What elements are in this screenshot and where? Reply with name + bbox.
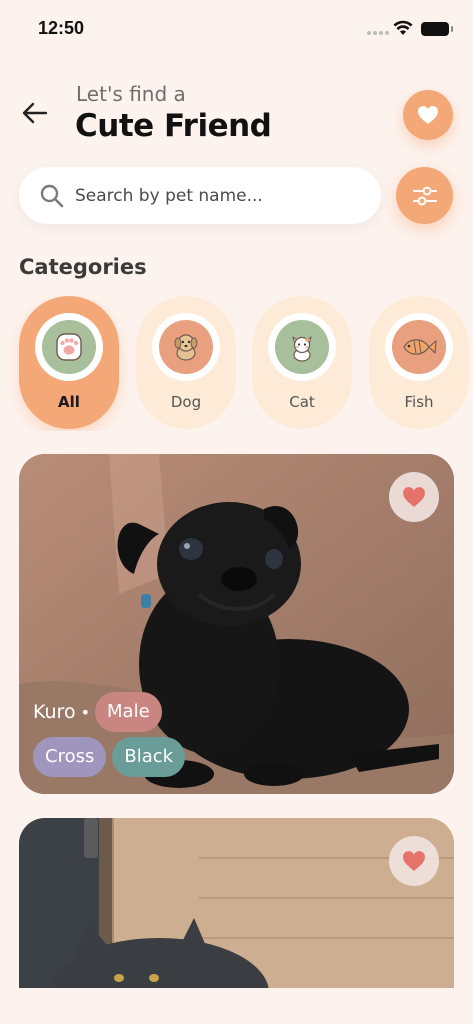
cat-icon: [275, 320, 329, 374]
search-box: [19, 167, 381, 224]
wifi-icon: [393, 20, 413, 40]
filter-button[interactable]: [396, 167, 453, 224]
category-label: Dog: [170, 393, 202, 411]
heart-icon: [403, 851, 425, 871]
breed-tag: Cross: [33, 737, 107, 777]
arrow-left-icon: [22, 102, 48, 124]
sliders-icon: [412, 186, 437, 205]
pet-info: Kuro • Male Cross Black: [33, 692, 186, 777]
search-icon: [40, 184, 64, 208]
pet-card[interactable]: [19, 818, 454, 988]
page-title: Cute Friend: [75, 108, 272, 144]
back-button[interactable]: [18, 98, 52, 128]
dog-icon: [159, 320, 213, 374]
card-favorite-button[interactable]: [389, 836, 439, 886]
heart-icon: [418, 106, 438, 124]
heart-icon: [403, 487, 425, 507]
signal-icon: [367, 31, 389, 37]
status-time: 12:50: [38, 18, 85, 38]
fish-icon: [392, 320, 446, 374]
category-label: Cat: [289, 393, 315, 411]
pet-photo: [19, 818, 454, 988]
header-subtitle: Let's find a: [76, 82, 186, 106]
category-list: All Dog Cat Fish: [0, 296, 473, 431]
color-tag: Black: [112, 737, 186, 777]
separator-dot: •: [80, 702, 91, 722]
paw-icon: [42, 320, 96, 374]
category-all[interactable]: All: [19, 296, 119, 429]
status-bar: 12:50: [0, 0, 473, 56]
battery-icon: [421, 22, 453, 36]
category-label: Fish: [404, 393, 434, 411]
category-fish[interactable]: Fish: [369, 296, 469, 429]
pet-name: Kuro: [33, 701, 76, 723]
card-favorite-button[interactable]: [389, 472, 439, 522]
pet-card[interactable]: Kuro • Male Cross Black: [19, 454, 454, 794]
category-label: All: [58, 393, 80, 411]
favorites-button[interactable]: [403, 90, 453, 140]
gender-tag: Male: [95, 692, 162, 732]
category-dog[interactable]: Dog: [136, 296, 236, 429]
search-input[interactable]: [75, 167, 365, 224]
categories-title: Categories: [19, 255, 147, 279]
category-cat[interactable]: Cat: [252, 296, 352, 429]
